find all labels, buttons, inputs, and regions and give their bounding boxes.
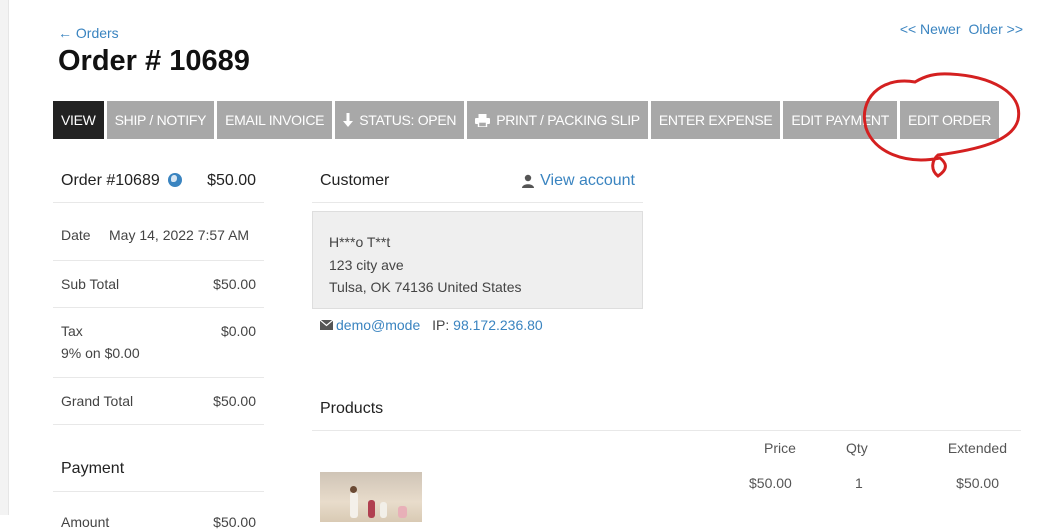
order-number-wrap: Order #10689 <box>61 172 182 190</box>
email-invoice-button[interactable]: EMAIL INVOICE <box>217 101 333 139</box>
grand-total-value: $50.00 <box>213 393 256 409</box>
older-link[interactable]: Older >> <box>969 21 1023 37</box>
order-summary: Order #10689 $50.00 Date May 14, 2022 7:… <box>53 160 264 532</box>
edit-payment-label: EDIT PAYMENT <box>791 112 889 128</box>
enter-expense-button[interactable]: ENTER EXPENSE <box>650 101 781 139</box>
globe-icon <box>167 173 182 187</box>
tax-row: Tax $0.00 9% on $0.00 <box>53 308 264 378</box>
price-column-header: Price <box>764 440 796 456</box>
qty-column-header: Qty <box>846 440 868 456</box>
subtotal-label: Sub Total <box>61 276 120 292</box>
products-header: Products <box>312 388 1021 431</box>
date-value: May 14, 2022 7:57 AM <box>109 227 250 243</box>
customer-city: Tulsa, OK 74136 United States <box>329 279 522 295</box>
order-total: $50.00 <box>207 172 256 189</box>
edit-order-label: EDIT ORDER <box>907 112 992 128</box>
product-price: $50.00 <box>749 475 792 491</box>
download-arrow-icon <box>343 112 354 127</box>
left-edge-strip <box>0 0 9 515</box>
subtotal-value: $50.00 <box>213 276 256 292</box>
subtotal-row: Sub Total $50.00 <box>53 261 264 308</box>
customer-email-link[interactable]: demo@mode <box>336 317 420 333</box>
extended-column-header: Extended <box>947 440 1007 456</box>
edit-payment-button[interactable]: EDIT PAYMENT <box>783 101 897 139</box>
customer-street: 123 city ave <box>329 256 404 273</box>
print-label: PRINT / PACKING SLIP <box>496 112 640 128</box>
view-account-link[interactable]: View account <box>521 172 635 190</box>
ship-notify-label: SHIP / NOTIFY <box>114 112 207 128</box>
envelope-icon <box>319 319 334 330</box>
amount-value: $50.00 <box>213 514 256 530</box>
grand-total-label: Grand Total <box>61 393 134 409</box>
view-button-label: VIEW <box>61 112 96 128</box>
amount-label: Amount <box>61 514 110 530</box>
newer-link[interactable]: << Newer <box>900 21 961 37</box>
status-label: STATUS: OPEN <box>359 112 457 128</box>
amount-row: Amount $50.00 <box>53 492 264 532</box>
order-number: Order #10689 <box>61 172 160 189</box>
user-icon <box>522 174 535 188</box>
payment-heading-row: Payment <box>53 425 264 492</box>
order-header: Order #10689 $50.00 <box>53 160 264 203</box>
payment-heading: Payment <box>61 460 125 477</box>
product-qty: 1 <box>855 475 863 491</box>
products-heading: Products <box>320 400 384 417</box>
ship-notify-button[interactable]: SHIP / NOTIFY <box>106 101 215 139</box>
grand-total-row: Grand Total $50.00 <box>53 378 264 425</box>
customer-name: H***o T**t <box>329 234 391 250</box>
product-extended: $50.00 <box>956 475 999 491</box>
tax-label: Tax <box>61 323 83 339</box>
view-button[interactable]: VIEW <box>53 101 104 139</box>
ip-address-link[interactable]: 98.172.236.80 <box>453 317 543 333</box>
edit-order-button[interactable]: EDIT ORDER <box>899 101 1000 139</box>
email-invoice-label: EMAIL INVOICE <box>225 112 325 128</box>
tax-value: $0.00 <box>220 323 256 339</box>
customer-address: H***o T**t 123 city ave Tulsa, OK 74136 … <box>312 211 643 309</box>
order-pager: << Newer Older >> <box>900 21 1023 37</box>
print-packing-slip-button[interactable]: PRINT / PACKING SLIP <box>467 101 648 139</box>
enter-expense-label: ENTER EXPENSE <box>658 112 773 128</box>
date-row: Date May 14, 2022 7:57 AM <box>53 203 264 261</box>
view-account-label: View account <box>540 172 635 189</box>
date-label: Date <box>61 227 91 243</box>
back-to-orders-link[interactable]: ← Orders <box>58 25 119 41</box>
products-panel: Products Price Qty Extended $50.00 1 $50… <box>312 388 1021 522</box>
customer-panel: Customer View account H***o T**t 123 cit… <box>312 160 643 333</box>
customer-header: Customer View account <box>312 160 643 203</box>
page-title: Order # 10689 <box>58 45 250 77</box>
order-toolbar: VIEW SHIP / NOTIFY EMAIL INVOICE STATUS:… <box>53 101 1000 139</box>
ip-label: IP: <box>432 317 450 333</box>
customer-heading: Customer <box>320 172 390 189</box>
tax-note: 9% on $0.00 <box>61 345 140 361</box>
status-button[interactable]: STATUS: OPEN <box>335 101 465 139</box>
printer-icon <box>475 113 491 127</box>
customer-contact: demo@mode IP: 98.172.236.80 <box>312 317 643 333</box>
